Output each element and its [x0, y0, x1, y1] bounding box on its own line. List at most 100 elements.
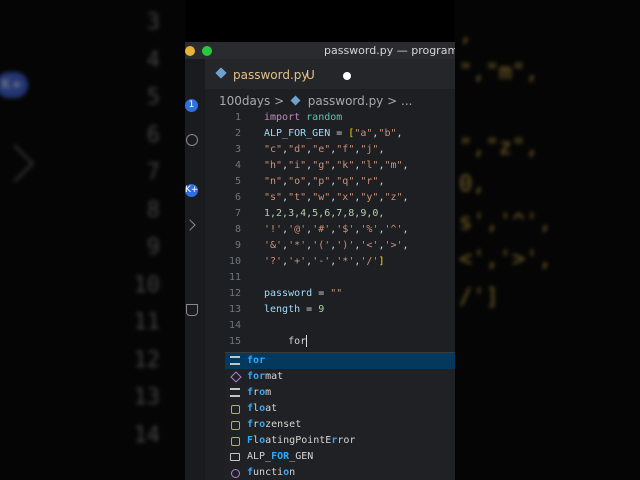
- blurred-background: K+ 3 4 5 6 7 8 9 10 11 12 13 14: [0, 0, 185, 480]
- line-number: 9: [234, 240, 241, 251]
- class-icon: [231, 421, 240, 430]
- code-line[interactable]: 7 1,2,3,4,5,6,7,8,9,0,: [205, 206, 455, 222]
- bg-line-number: 9: [146, 235, 160, 260]
- bg-code-line: <','>',: [459, 247, 552, 272]
- bg-line-number: 4: [146, 47, 160, 73]
- suggestion-item[interactable]: FloatingPointError: [225, 433, 455, 449]
- bg-line-number: 3: [146, 10, 160, 35]
- code-line[interactable]: 14: [205, 318, 455, 334]
- suggestion-item[interactable]: for: [225, 353, 455, 369]
- code-token: "w": [312, 192, 331, 203]
- code-line[interactable]: 6 "s","t","w","x","y","z",: [205, 190, 455, 206]
- code-token: "h": [264, 160, 283, 171]
- code-token: '<': [360, 240, 379, 251]
- code-text: "s","t","w","x","y","z",: [264, 190, 409, 206]
- code-token: ,: [402, 192, 409, 203]
- code-token: "o": [288, 176, 307, 187]
- suggestion-label: float: [247, 403, 278, 414]
- testing-icon[interactable]: [186, 304, 198, 316]
- code-token: "d": [288, 144, 307, 155]
- suggestion-item[interactable]: function: [225, 465, 455, 480]
- unsaved-dot-icon[interactable]: [343, 72, 351, 80]
- code-token: '!': [264, 224, 283, 235]
- line-number: 2: [234, 128, 241, 139]
- breadcrumb-file[interactable]: password.py: [308, 94, 384, 108]
- code-line[interactable]: 15 for: [205, 334, 455, 350]
- bg-line-number: 10: [133, 272, 161, 298]
- code-token: '>': [384, 240, 403, 251]
- line-number: 13: [228, 304, 241, 315]
- line-number: 5: [234, 176, 241, 187]
- tab-password-py[interactable]: password.py U: [205, 59, 355, 89]
- suggestion-item[interactable]: ALP_FOR_GEN: [225, 449, 455, 465]
- suggestion-item[interactable]: frozenset: [225, 417, 455, 433]
- chevron-right-icon: >: [387, 94, 401, 108]
- code-token: '*': [288, 240, 307, 251]
- bg-code-line: 0,: [459, 172, 486, 197]
- code-token: length: [264, 304, 301, 315]
- code-text: ALP_FOR_GEN = ["a","b",: [264, 126, 403, 142]
- breadcrumb-more[interactable]: ...: [401, 94, 412, 108]
- code-text: import random: [264, 110, 342, 126]
- chevron-right-icon: [0, 144, 35, 183]
- code-token: '&': [264, 240, 283, 251]
- code-token: "j": [360, 144, 379, 155]
- minimize-button[interactable]: [185, 46, 195, 56]
- code-line[interactable]: 5 "n","o","p","q","r",: [205, 174, 455, 190]
- code-token: '(': [312, 240, 331, 251]
- code-line[interactable]: 11: [205, 270, 455, 286]
- line-number: 3: [234, 144, 241, 155]
- class-icon: [231, 405, 240, 414]
- background-left-panel: K+ 3 4 5 6 7 8 9 10 11 12 13 14: [0, 0, 185, 480]
- suggestion-item[interactable]: format: [225, 369, 455, 385]
- code-line[interactable]: 9 '&','*','(',')','<','>',: [205, 238, 455, 254]
- bg-code-line: s','^',: [459, 209, 552, 235]
- bg-line-number: 13: [133, 385, 161, 410]
- code-token: ,: [378, 144, 385, 155]
- code-token: ALP_FOR_GEN: [264, 128, 331, 139]
- line-number: 4: [234, 160, 241, 171]
- text-cursor: [306, 335, 308, 347]
- bg-badge: K+: [0, 72, 28, 98]
- bg-line-number: 5: [146, 85, 160, 110]
- suggestion-label: function: [247, 467, 296, 478]
- run-icon[interactable]: [185, 219, 196, 231]
- suggestion-label: frozenset: [247, 419, 302, 430]
- code-token: '*': [336, 256, 355, 267]
- code-line[interactable]: 12 password = "": [205, 286, 455, 302]
- code-line[interactable]: 13 length = 9: [205, 302, 455, 318]
- code-line[interactable]: 4 "h","i","g","k","l","m",: [205, 158, 455, 174]
- bg-code-line: ","m",: [459, 59, 539, 85]
- line-number: 7: [234, 208, 241, 219]
- code-token: "s": [264, 192, 283, 203]
- keyword-icon: [230, 388, 240, 397]
- untracked-status: U: [306, 68, 315, 82]
- code-token: "i": [288, 160, 307, 171]
- suggestion-item[interactable]: float: [225, 401, 455, 417]
- code-token: for: [264, 336, 307, 347]
- code-line[interactable]: 8 '!','@','#','$','%','^',: [205, 222, 455, 238]
- editor-window: password.py — programin 1 K+ password.py…: [185, 42, 455, 480]
- maximize-button[interactable]: [202, 46, 212, 56]
- function-icon: [231, 469, 240, 478]
- search-icon[interactable]: [186, 134, 198, 146]
- code-token: "p": [312, 176, 331, 187]
- line-number: 8: [234, 224, 241, 235]
- code-token: '@': [288, 224, 307, 235]
- line-number: 14: [228, 320, 241, 331]
- code-line[interactable]: 2 ALP_FOR_GEN = ["a","b",: [205, 126, 455, 142]
- code-line[interactable]: 10 '?','+','-','*','/']: [205, 254, 455, 270]
- code-token: "g": [312, 160, 331, 171]
- method-icon: [230, 371, 242, 383]
- suggestion-label: from: [247, 387, 272, 398]
- code-token: =: [330, 128, 349, 139]
- breadcrumb-folder[interactable]: 100days: [219, 94, 270, 108]
- code-token: "k": [336, 160, 355, 171]
- suggestion-item[interactable]: from: [225, 385, 455, 401]
- code-token: ,: [396, 128, 403, 139]
- python-file-icon: [290, 95, 301, 106]
- code-token: ,: [378, 176, 385, 187]
- line-number: 10: [228, 256, 241, 267]
- code-line[interactable]: 1 import random: [205, 110, 455, 126]
- code-line[interactable]: 3 "c","d","e","f","j",: [205, 142, 455, 158]
